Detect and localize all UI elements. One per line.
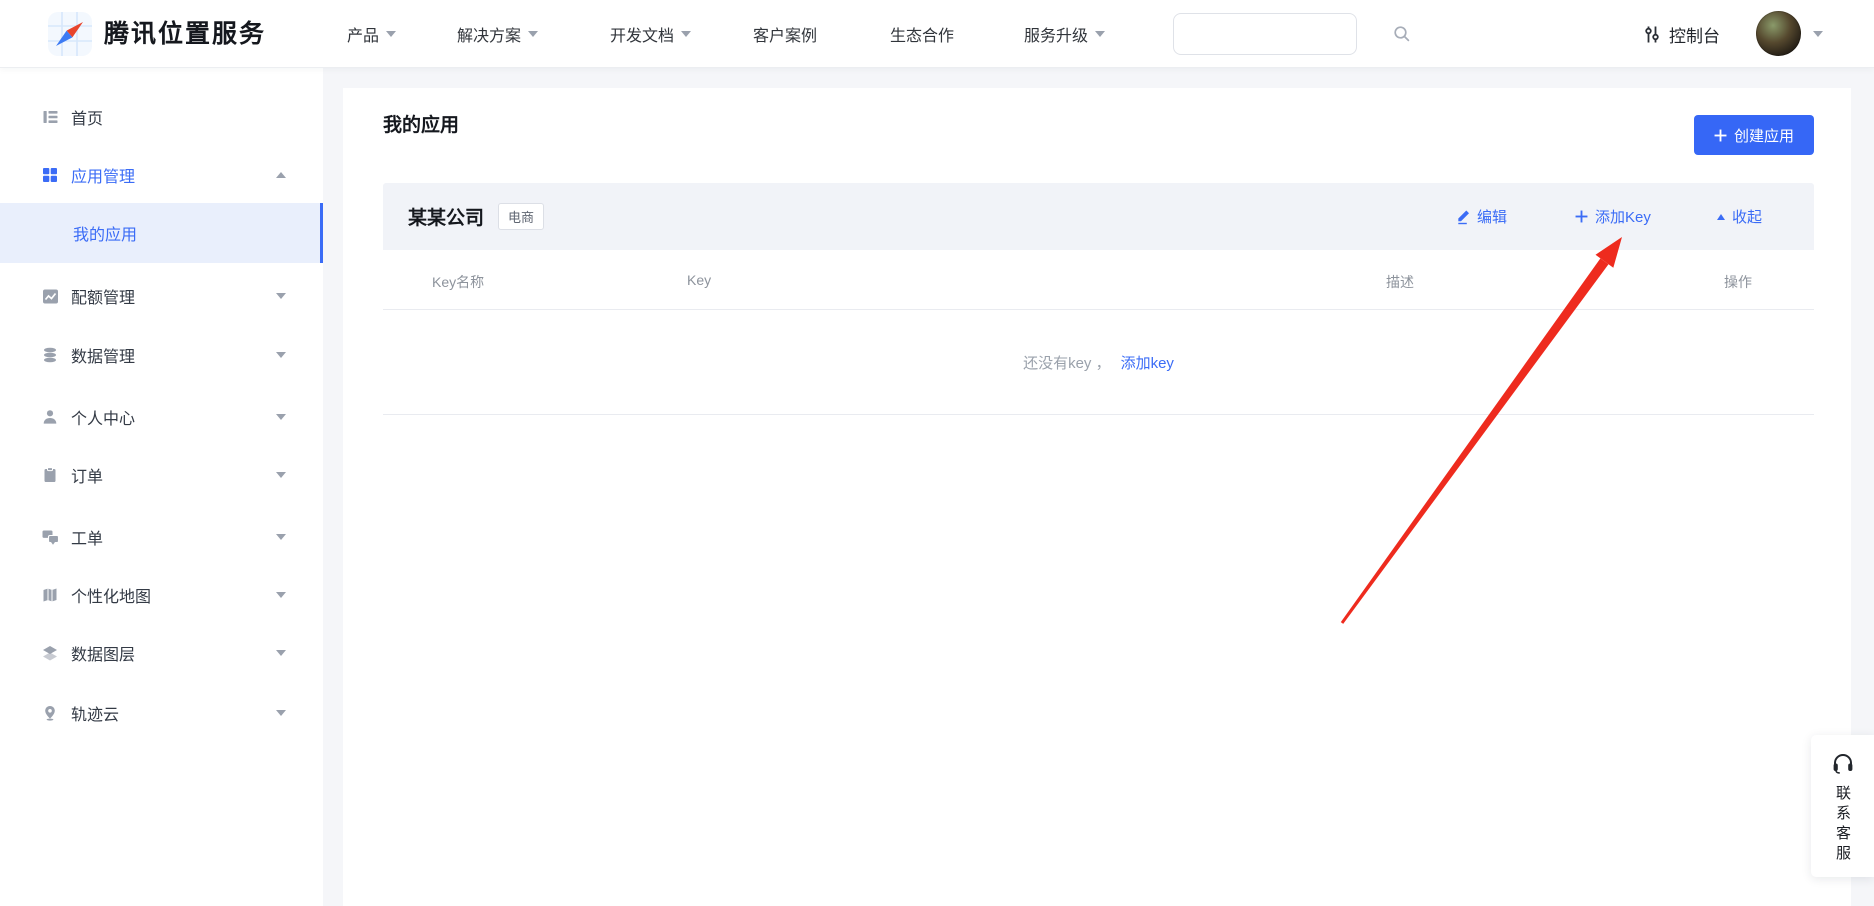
page-title: 我的应用 bbox=[383, 110, 459, 137]
add-key-link[interactable]: 添加key bbox=[1121, 352, 1174, 373]
chevron-down-icon bbox=[1095, 31, 1105, 37]
app-name: 某某公司 bbox=[408, 203, 484, 230]
sidebar: 首页 应用管理 我的应用 配额管理 bbox=[0, 68, 323, 906]
sidebar-item-home[interactable]: 首页 bbox=[0, 92, 323, 142]
nav-item-ecosystem[interactable]: 生态合作 bbox=[890, 0, 954, 68]
sidebar-item-track-cloud[interactable]: 轨迹云 bbox=[0, 688, 323, 738]
sidebar-item-data-layers[interactable]: 数据图层 bbox=[0, 628, 323, 678]
nav-item-service-upgrade[interactable]: 服务升级 bbox=[1024, 0, 1105, 68]
create-app-button[interactable]: 创建应用 bbox=[1694, 115, 1814, 155]
sidebar-item-data-management[interactable]: 数据管理 bbox=[0, 330, 323, 380]
home-list-icon bbox=[42, 109, 62, 126]
nav-item-docs[interactable]: 开发文档 bbox=[610, 0, 691, 68]
column-header-actions: 操作 bbox=[1724, 272, 1752, 292]
contact-support-widget[interactable]: 联系客服 bbox=[1811, 735, 1874, 877]
chevron-down-icon bbox=[386, 31, 396, 37]
nav-item-products[interactable]: 产品 bbox=[347, 0, 396, 68]
user-icon bbox=[42, 409, 62, 426]
expand-caret-icon bbox=[276, 293, 286, 299]
contact-support-label: 联系客服 bbox=[1832, 785, 1853, 865]
column-header-description: 描述 bbox=[1386, 272, 1414, 292]
brand-title[interactable]: 腾讯位置服务 bbox=[104, 0, 266, 68]
sidebar-item-tickets[interactable]: 工单 bbox=[0, 512, 323, 562]
edit-button[interactable]: 编辑 bbox=[1455, 183, 1507, 250]
chevron-down-icon bbox=[528, 31, 538, 37]
nav-item-solutions[interactable]: 解决方案 bbox=[457, 0, 538, 68]
custom-map-icon bbox=[42, 587, 62, 604]
search-icon[interactable] bbox=[1393, 25, 1411, 43]
main-panel: 我的应用 创建应用 某某公司 电商 编辑 添加Ke bbox=[343, 88, 1851, 906]
app-card: 某某公司 电商 编辑 添加Key 收起 bbox=[383, 183, 1814, 415]
app-category-badge: 电商 bbox=[498, 203, 544, 230]
plus-icon bbox=[1575, 210, 1588, 223]
console-link[interactable]: 控制台 bbox=[1643, 0, 1720, 68]
sidebar-item-personal-center[interactable]: 个人中心 bbox=[0, 392, 323, 442]
nav-item-cases[interactable]: 客户案例 bbox=[753, 0, 817, 68]
add-key-button[interactable]: 添加Key bbox=[1575, 183, 1651, 250]
empty-state-text: 还没有key ， bbox=[1023, 352, 1111, 373]
app-card-header: 某某公司 电商 编辑 添加Key 收起 bbox=[383, 183, 1814, 250]
search-input[interactable] bbox=[1174, 14, 1393, 54]
collapse-up-icon bbox=[1717, 214, 1725, 220]
brand-logo-icon[interactable] bbox=[48, 12, 92, 56]
expand-caret-icon bbox=[276, 414, 286, 420]
expand-caret-icon bbox=[276, 352, 286, 358]
expand-caret-icon bbox=[276, 710, 286, 716]
collapse-caret-icon bbox=[276, 172, 286, 178]
expand-caret-icon bbox=[276, 592, 286, 598]
track-pin-icon bbox=[42, 705, 62, 722]
ticket-chat-icon bbox=[42, 529, 62, 546]
headset-icon bbox=[1831, 751, 1855, 775]
top-navbar: 腾讯位置服务 产品 解决方案 开发文档 客户案例 生态合作 服务升级 bbox=[0, 0, 1874, 68]
column-header-key: Key bbox=[687, 272, 711, 288]
expand-caret-icon bbox=[276, 534, 286, 540]
plus-icon bbox=[1714, 129, 1727, 142]
collapse-button[interactable]: 收起 bbox=[1717, 183, 1762, 250]
empty-state-row: 还没有key ， 添加key bbox=[383, 310, 1814, 415]
sidebar-item-quota[interactable]: 配额管理 bbox=[0, 271, 323, 321]
expand-caret-icon bbox=[276, 472, 286, 478]
sidebar-item-orders[interactable]: 订单 bbox=[0, 450, 323, 500]
sidebar-item-my-apps[interactable]: 我的应用 bbox=[0, 203, 323, 263]
quota-chart-icon bbox=[42, 288, 62, 305]
column-header-key-name: Key名称 bbox=[432, 272, 484, 292]
sliders-icon bbox=[1643, 25, 1661, 44]
pencil-icon bbox=[1455, 209, 1470, 225]
key-table-header: Key名称 Key 描述 操作 bbox=[383, 250, 1814, 310]
layers-icon bbox=[42, 645, 62, 662]
database-icon bbox=[42, 347, 62, 364]
grid-icon bbox=[42, 167, 62, 184]
search-box bbox=[1173, 13, 1357, 55]
order-clipboard-icon bbox=[42, 467, 62, 484]
avatar[interactable] bbox=[1756, 11, 1801, 56]
avatar-menu-caret-icon[interactable] bbox=[1813, 31, 1823, 37]
sidebar-item-app-management[interactable]: 应用管理 bbox=[0, 150, 323, 200]
sidebar-item-custom-map[interactable]: 个性化地图 bbox=[0, 570, 323, 620]
chevron-down-icon bbox=[681, 31, 691, 37]
expand-caret-icon bbox=[276, 650, 286, 656]
